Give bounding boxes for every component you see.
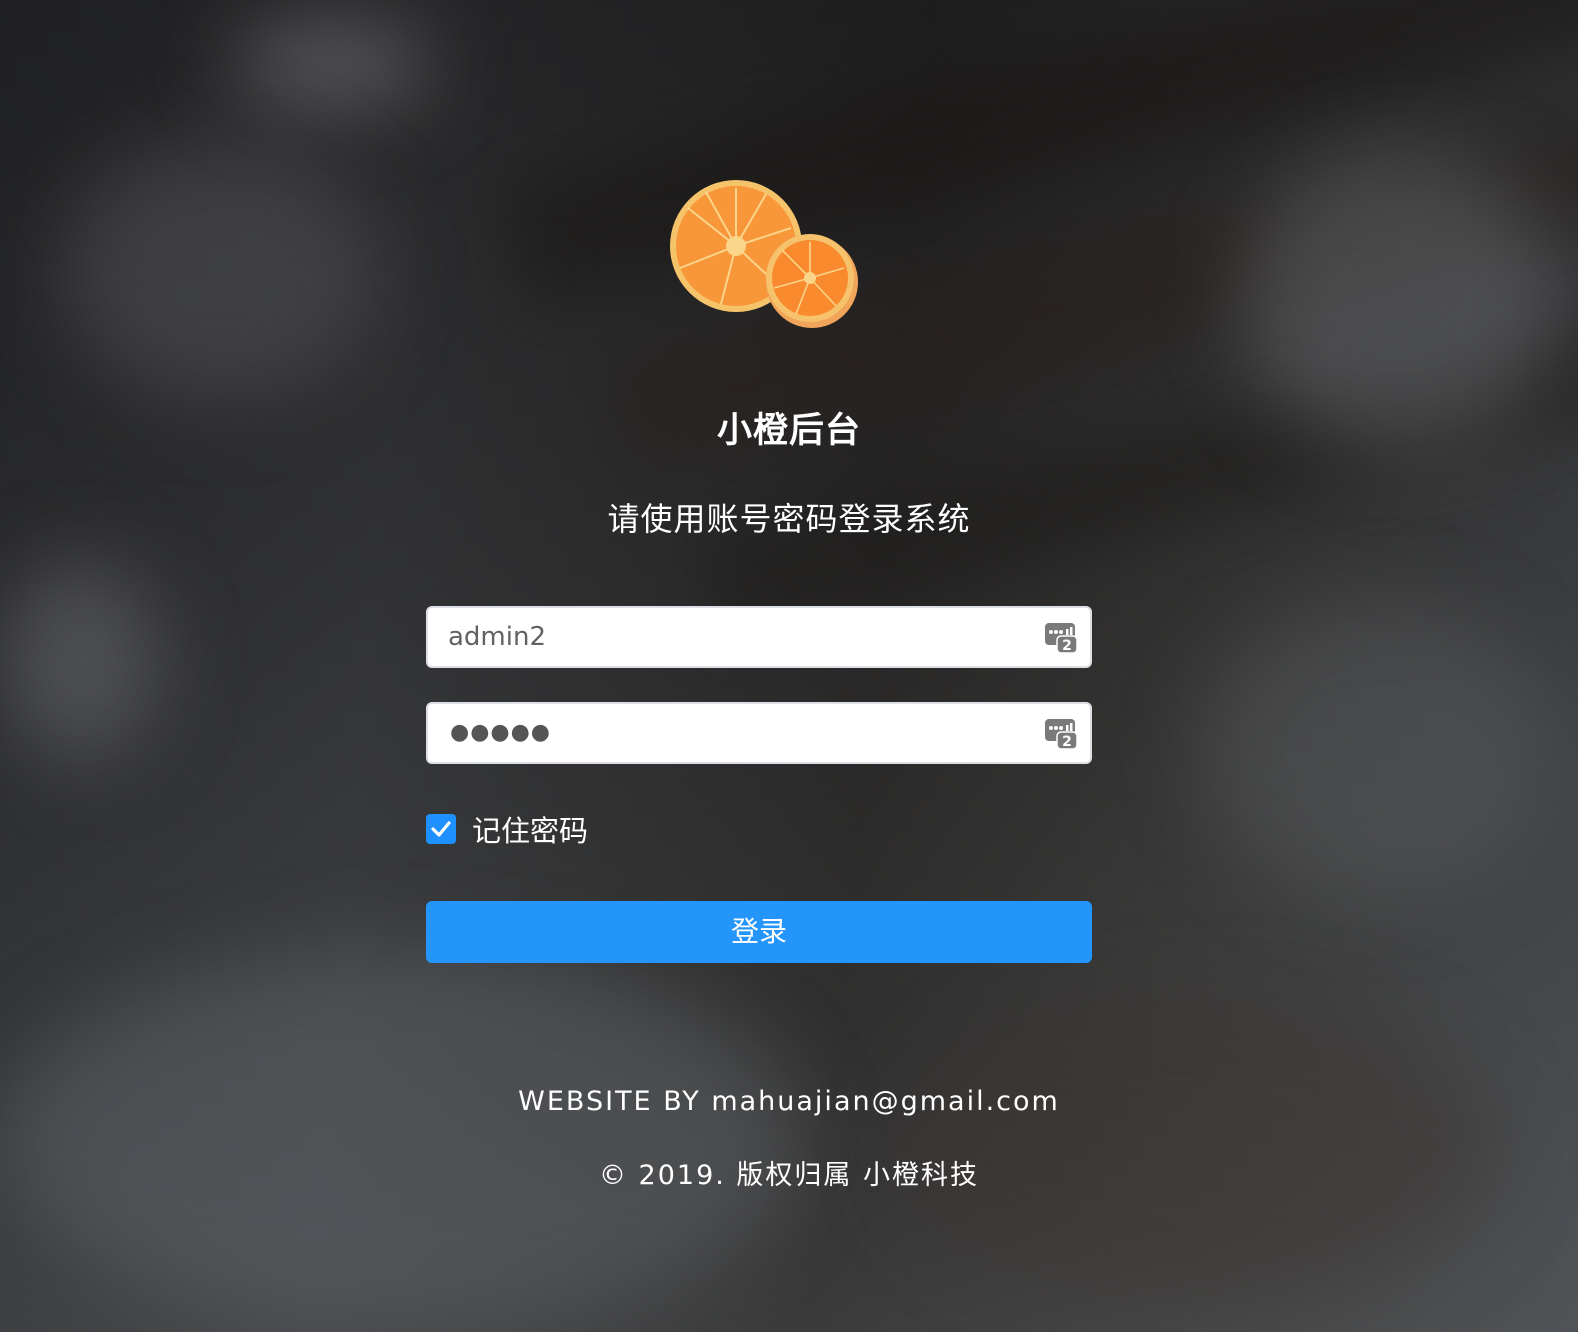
remember-password[interactable]: 记住密码 (426, 813, 588, 848)
username-field[interactable]: 2 (426, 606, 1092, 668)
password-field[interactable]: ●●●●● 2 (426, 702, 1092, 764)
login-button[interactable]: 登录 (426, 901, 1092, 963)
remember-label: 记住密码 (472, 814, 589, 848)
svg-text:2: 2 (1062, 734, 1072, 750)
page-title: 小橙后台 (716, 411, 861, 451)
remember-checkbox[interactable] (426, 814, 456, 844)
svg-text:2: 2 (1062, 638, 1072, 654)
footer-credit: WEBSITE BY mahuajian@gmail.com (518, 1086, 1060, 1117)
footer-copyright: © 2019. 版权归属 小橙科技 (598, 1160, 980, 1191)
password-manager-icon[interactable]: 2 (1044, 716, 1078, 750)
page-subtitle: 请使用账号密码登录系统 (607, 500, 971, 538)
username-input[interactable] (448, 608, 1038, 666)
orange-logo-icon (670, 180, 858, 328)
checkmark-icon (431, 821, 451, 837)
password-manager-icon[interactable]: 2 (1044, 620, 1078, 654)
password-input[interactable]: ●●●●● (450, 704, 551, 762)
